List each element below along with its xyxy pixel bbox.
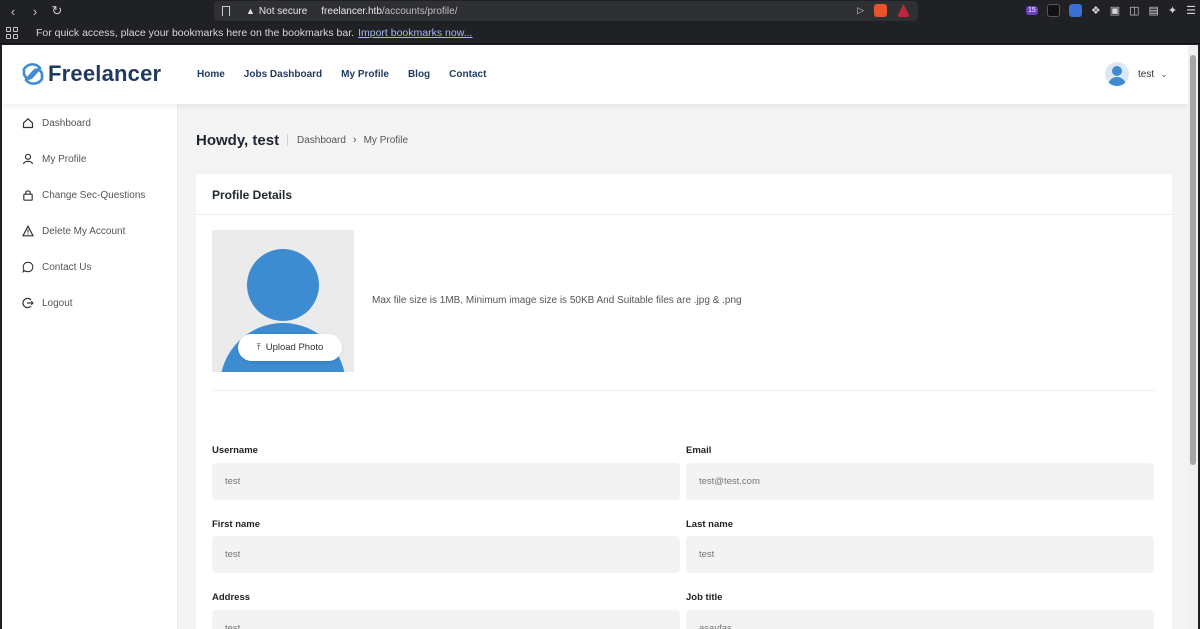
breadcrumb: Dashboard › My Profile: [297, 134, 408, 146]
back-icon[interactable]: ‹: [4, 4, 22, 19]
sidebar-item-label: Dashboard: [42, 117, 91, 129]
extension-badge[interactable]: 15: [1026, 6, 1038, 15]
job-title-label: Job title: [686, 592, 723, 603]
browser-toolbar: ‹ › ↻ ▲ Not secure freelancer.htb/accoun…: [0, 0, 1200, 22]
username-label: Username: [212, 445, 258, 456]
forward-icon[interactable]: ›: [26, 4, 44, 19]
nav-my-profile[interactable]: My Profile: [341, 69, 389, 80]
logout-icon: [22, 297, 34, 309]
page-scrollbar[interactable]: [1188, 45, 1198, 629]
last-name-field[interactable]: [686, 536, 1154, 573]
send-icon[interactable]: ▷: [857, 5, 864, 16]
sidebar: Dashboard My Profile Change Sec-Question…: [2, 104, 178, 629]
wallet-icon[interactable]: ▤: [1149, 4, 1159, 17]
sidebar-toggle-icon[interactable]: ◫: [1129, 4, 1139, 17]
chevron-down-icon[interactable]: ⌄: [1160, 69, 1168, 80]
breadcrumb-dashboard[interactable]: Dashboard: [297, 135, 346, 146]
address-bar[interactable]: ▲ Not secure freelancer.htb/accounts/pro…: [214, 1, 918, 21]
extension-icon[interactable]: [1046, 4, 1060, 17]
file-requirements-note: Max file size is 1MB, Minimum image size…: [372, 295, 742, 306]
bookmarks-hint: For quick access, place your bookmarks h…: [36, 26, 355, 39]
warning-icon: [22, 225, 34, 237]
first-name-field[interactable]: [212, 536, 680, 573]
lock-icon: [23, 190, 33, 201]
site-logo[interactable]: Freelancer: [20, 61, 161, 87]
sidebar-item-label: Logout: [42, 297, 73, 309]
nav-home[interactable]: Home: [197, 69, 225, 80]
sidebar-item-my-profile[interactable]: My Profile: [22, 153, 86, 165]
scrollbar-thumb[interactable]: [1190, 55, 1196, 465]
avatar[interactable]: [1105, 62, 1129, 86]
address-label: Address: [212, 592, 251, 603]
user-name[interactable]: test: [1138, 69, 1154, 80]
leo-icon[interactable]: ✦: [1168, 4, 1177, 17]
sidebar-item-contact-us[interactable]: Contact Us: [22, 261, 91, 273]
heading-divider: [287, 134, 288, 146]
page-title: Howdy, test: [196, 132, 280, 149]
divider: [196, 214, 1172, 215]
puzzle-icon[interactable]: ❖: [1091, 4, 1101, 17]
warning-icon: ▲: [246, 6, 255, 16]
sidebar-item-dashboard[interactable]: Dashboard: [22, 117, 91, 129]
menu-icon[interactable]: ☰: [1186, 4, 1196, 17]
site-header: Freelancer Home Jobs Dashboard My Profil…: [2, 45, 1188, 104]
avatar-head: [247, 249, 319, 321]
profile-details-card: Profile Details ⤒ Upload Photo Max file …: [196, 174, 1172, 629]
reload-icon[interactable]: ↻: [48, 3, 66, 19]
email-label: Email: [686, 445, 712, 456]
import-bookmarks-link[interactable]: Import bookmarks now...: [358, 27, 472, 39]
logo-icon: [22, 63, 44, 85]
profile-photo: ⤒ Upload Photo: [212, 230, 354, 372]
chevron-right-icon: ›: [352, 134, 357, 146]
extension-shield-icon[interactable]: [1068, 4, 1082, 17]
sidebar-item-label: Change Sec-Questions: [42, 189, 146, 201]
sidebar-item-change-sec-questions[interactable]: Change Sec-Questions: [22, 189, 145, 201]
home-icon: [22, 117, 34, 129]
sidebar-item-label: My Profile: [42, 153, 87, 165]
breadcrumb-my-profile: My Profile: [363, 134, 409, 146]
sidebar-item-logout[interactable]: Logout: [22, 297, 73, 309]
brave-shield-icon[interactable]: [874, 4, 887, 17]
email-field[interactable]: [686, 463, 1154, 500]
user-menu[interactable]: test ⌄: [1105, 62, 1168, 86]
card-title: Profile Details: [212, 188, 293, 202]
logo-text: Freelancer: [48, 61, 162, 86]
security-label[interactable]: Not secure: [259, 6, 307, 17]
last-name-label: Last name: [686, 519, 733, 530]
chat-icon: [22, 261, 34, 273]
first-name-label: First name: [212, 519, 261, 530]
divider: [212, 390, 1156, 391]
upload-photo-label: Upload Photo: [265, 342, 324, 353]
nav-contact[interactable]: Contact: [449, 69, 486, 80]
bookmark-icon[interactable]: [222, 6, 230, 16]
brave-rewards-icon[interactable]: [897, 4, 910, 17]
address-field[interactable]: [212, 610, 680, 629]
upload-icon: ⤒: [256, 342, 261, 352]
sidebar-item-label: Delete My Account: [42, 225, 126, 237]
nav-blog[interactable]: Blog: [408, 69, 430, 80]
nav-jobs-dashboard[interactable]: Jobs Dashboard: [244, 69, 322, 80]
job-title-field[interactable]: [686, 610, 1154, 629]
sidebar-item-delete-account[interactable]: Delete My Account: [22, 225, 125, 237]
username-field[interactable]: [212, 463, 680, 500]
main-content: Howdy, test Dashboard › My Profile Profi…: [178, 104, 1188, 629]
sidebar-item-label: Contact Us: [42, 261, 92, 273]
user-icon: [22, 153, 34, 165]
main-nav: Home Jobs Dashboard My Profile Blog Cont…: [197, 69, 486, 80]
url-text[interactable]: freelancer.htb/accounts/profile/: [321, 6, 457, 17]
upload-photo-button[interactable]: ⤒ Upload Photo: [238, 334, 342, 361]
bookmarks-bar: For quick access, place your bookmarks h…: [0, 22, 1200, 44]
page-viewport: Freelancer Home Jobs Dashboard My Profil…: [2, 45, 1188, 629]
screenshot-icon[interactable]: ▣: [1110, 4, 1120, 17]
apps-icon[interactable]: [6, 26, 18, 39]
